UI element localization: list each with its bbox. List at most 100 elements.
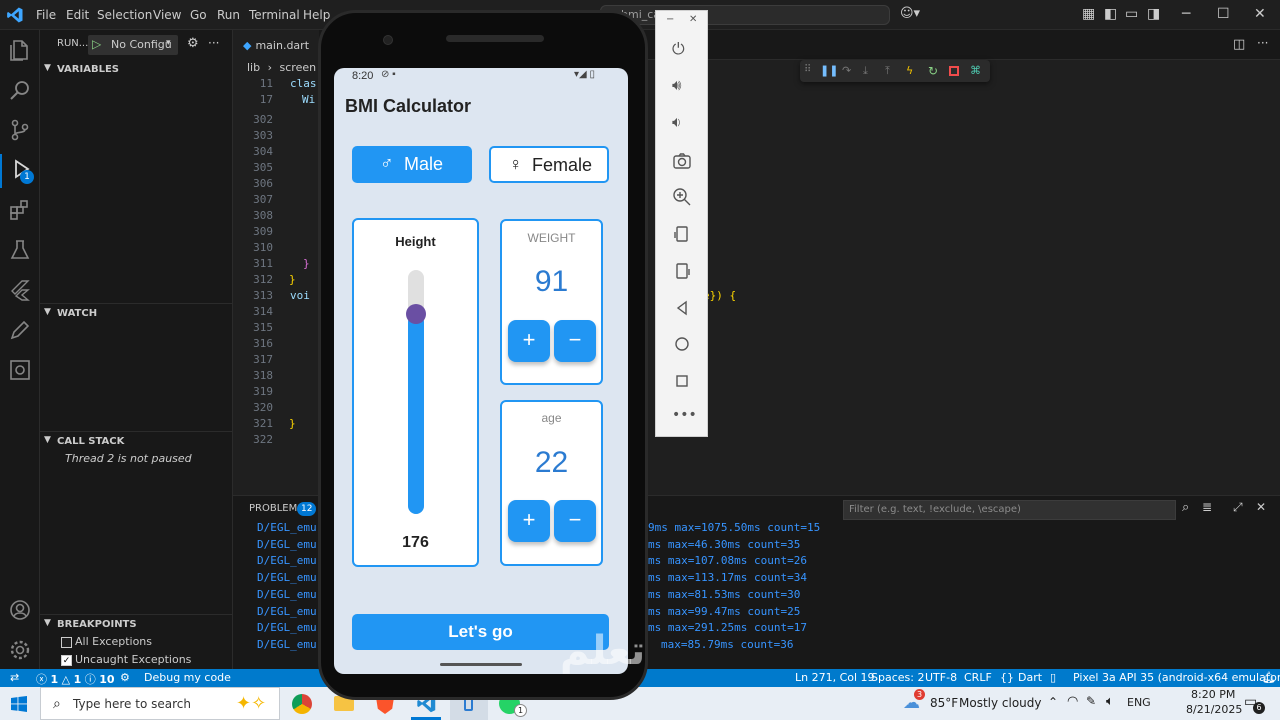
variables-section-header[interactable]: ▼ VARIABLES xyxy=(40,60,233,82)
tab-main-dart[interactable]: ◆ main.dart xyxy=(233,30,320,60)
explorer-icon[interactable] xyxy=(8,38,32,62)
source-control-icon[interactable] xyxy=(8,118,32,142)
line-endings[interactable]: CRLF xyxy=(964,671,992,684)
devtools-icon[interactable]: ⌘ xyxy=(970,64,984,78)
toggle-secondary-sidebar-icon[interactable]: ◨ xyxy=(1147,6,1160,22)
weight-increment-button[interactable]: + xyxy=(508,320,550,362)
watch-section-header[interactable]: ▼ WATCH xyxy=(40,304,233,326)
close-panel-icon[interactable]: ✕ xyxy=(1256,500,1266,514)
customize-layout-icon[interactable]: ▦ xyxy=(1082,6,1095,22)
extensions-icon[interactable] xyxy=(8,198,32,222)
close-window-icon[interactable]: ✕ xyxy=(1254,6,1266,22)
menu-file[interactable]: File xyxy=(36,8,56,22)
pause-icon[interactable]: ❚❚ xyxy=(820,64,838,78)
breadcrumb-item[interactable]: lib xyxy=(247,61,260,74)
launch-config-select[interactable]: ▷ No Configu ▾ xyxy=(88,35,178,55)
age-increment-button[interactable]: + xyxy=(508,500,550,542)
rotate-left-icon[interactable] xyxy=(672,224,692,244)
clock-time[interactable]: 8:20 PM xyxy=(1191,688,1235,701)
settings-gear-icon[interactable] xyxy=(8,638,32,662)
remote-indicator-icon[interactable]: ⇄ xyxy=(10,671,19,684)
restart-icon[interactable]: ↻ xyxy=(928,64,942,78)
female-button[interactable]: ♀ Female xyxy=(489,146,609,183)
problems-status[interactable]: ⓧ 1 △ 1 ⓘ 10 xyxy=(36,671,115,687)
encoding[interactable]: UTF-8 xyxy=(925,671,957,684)
notifications-bell-icon[interactable]: 🔔︎ xyxy=(1262,671,1276,684)
show-hidden-icons-icon[interactable]: ⌃ xyxy=(1048,695,1058,709)
breakpoints-section-header[interactable]: ▼ BREAKPOINTS xyxy=(40,615,233,637)
copilot-icon[interactable]: ☺▾ xyxy=(900,6,920,21)
height-slider-track[interactable] xyxy=(406,270,426,514)
gesture-nav-bar[interactable] xyxy=(440,663,522,666)
menu-go[interactable]: Go xyxy=(190,8,207,22)
pen-icon[interactable]: ✎ xyxy=(1086,694,1096,708)
taskbar-search-box[interactable]: ⌕ Type here to search ✦✧ xyxy=(40,687,280,720)
step-out-icon[interactable]: ⤒ xyxy=(885,64,899,78)
rotate-right-icon[interactable] xyxy=(672,261,692,281)
search-icon[interactable] xyxy=(8,78,32,102)
menu-terminal[interactable]: Terminal xyxy=(249,8,300,22)
volume-up-icon[interactable]: 🔊︎ xyxy=(672,76,692,96)
weight-decrement-button[interactable]: − xyxy=(554,320,596,362)
minimize-icon[interactable]: − xyxy=(666,14,674,25)
breadcrumb-item[interactable]: screen xyxy=(280,61,317,74)
indentation[interactable]: Spaces: 2 xyxy=(871,671,924,684)
menu-view[interactable]: View xyxy=(153,8,181,22)
close-icon[interactable]: ✕ xyxy=(689,14,697,25)
more-icon[interactable]: ••• xyxy=(672,407,697,427)
weather-description[interactable]: Mostly cloudy xyxy=(959,696,1042,710)
menu-edit[interactable]: Edit xyxy=(66,8,89,22)
accounts-icon[interactable] xyxy=(8,598,32,622)
cursor-position[interactable]: Ln 271, Col 19 xyxy=(795,671,875,684)
tab-problems[interactable]: PROBLEMS xyxy=(249,503,304,514)
checkbox-checked[interactable]: ✓ xyxy=(61,655,72,666)
maximize-window-icon[interactable]: ☐ xyxy=(1217,6,1230,22)
overview-icon[interactable] xyxy=(672,371,692,391)
step-over-icon[interactable]: ↷ xyxy=(842,64,856,78)
step-into-icon[interactable]: ⤓ xyxy=(863,64,877,78)
clear-output-icon[interactable]: ≣ xyxy=(1202,500,1212,514)
flutter-device[interactable]: Pixel 3a API 35 (android-x64 emulator) xyxy=(1073,671,1280,684)
volume-icon[interactable]: 🔈︎ xyxy=(1106,694,1114,709)
weather-temperature[interactable]: 85°F xyxy=(930,696,958,710)
maximize-panel-icon[interactable]: ⤢ xyxy=(1233,500,1243,515)
start-debug-icon[interactable]: ▷ xyxy=(92,37,101,51)
clock-date[interactable]: 8/21/2025 xyxy=(1186,703,1242,716)
more-actions-icon[interactable]: ··· xyxy=(1257,36,1268,50)
drag-handle-icon[interactable]: ⠿ xyxy=(804,64,818,78)
input-language[interactable]: ENG xyxy=(1127,696,1151,709)
more-actions-icon[interactable]: ··· xyxy=(208,36,219,50)
menu-help[interactable]: Help xyxy=(303,8,330,22)
menu-run[interactable]: Run xyxy=(217,8,240,22)
height-slider-thumb[interactable] xyxy=(406,303,426,324)
menu-selection[interactable]: Selection xyxy=(97,8,152,22)
checkbox[interactable] xyxy=(61,637,72,648)
remote-explorer-icon[interactable] xyxy=(8,358,32,382)
output-filter-input[interactable]: Filter (e.g. text, !exclude, \escape) xyxy=(843,500,1176,520)
male-button[interactable]: ♂ Male xyxy=(352,146,472,183)
call-stack-section-header[interactable]: ▼ CALL STACK xyxy=(40,432,233,454)
command-center-search[interactable]: ⌕ bmi_ca xyxy=(600,5,890,25)
phone-screen[interactable]: 8:20 ⊘ ▪ ▾◢ ▯ BMI Calculator ♂ Male ♀ Fe… xyxy=(334,68,628,674)
hot-reload-icon[interactable]: ϟ xyxy=(906,64,920,78)
chrome-icon[interactable] xyxy=(292,694,312,714)
minimize-window-icon[interactable]: ─ xyxy=(1182,6,1190,22)
language-mode[interactable]: Dart xyxy=(1018,671,1042,684)
windows-start-icon[interactable] xyxy=(11,696,27,712)
testing-icon[interactable] xyxy=(8,238,32,262)
debug-my-code-toggle[interactable]: Debug my code xyxy=(144,671,231,684)
camera-icon[interactable] xyxy=(672,151,692,171)
stop-icon[interactable] xyxy=(949,66,959,76)
search-icon[interactable]: ⌕ xyxy=(1182,500,1189,515)
age-decrement-button[interactable]: − xyxy=(554,500,596,542)
power-icon[interactable]: ⏻ xyxy=(672,39,692,59)
zoom-icon[interactable] xyxy=(672,187,692,207)
gear-icon[interactable]: ⚙ xyxy=(187,36,199,51)
volume-down-icon[interactable]: 🔉︎ xyxy=(672,113,692,133)
network-icon[interactable]: ◠ xyxy=(1067,694,1078,709)
home-icon[interactable] xyxy=(672,334,692,354)
toggle-panel-icon[interactable]: ▭ xyxy=(1125,6,1138,22)
back-icon[interactable] xyxy=(672,298,692,318)
toggle-sidebar-icon[interactable]: ◧ xyxy=(1104,6,1117,22)
split-editor-icon[interactable]: ◫ xyxy=(1233,37,1245,52)
